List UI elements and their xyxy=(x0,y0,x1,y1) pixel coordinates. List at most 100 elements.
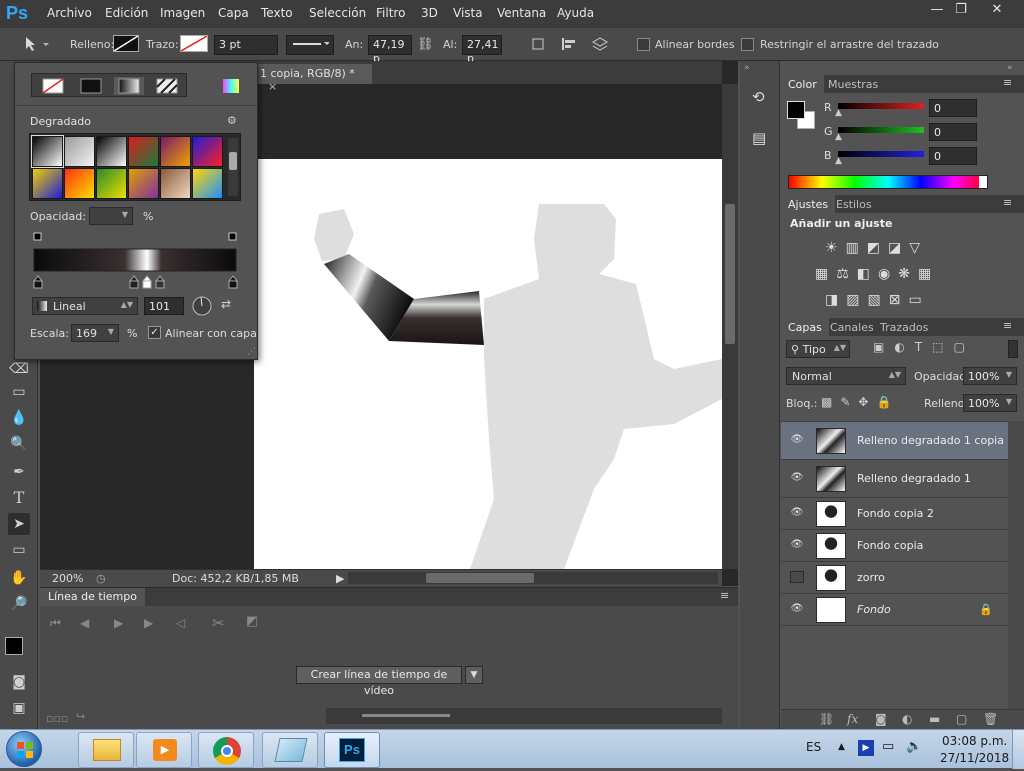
fill-swatch[interactable] xyxy=(113,35,139,52)
network-icon[interactable]: ▭ xyxy=(882,739,894,754)
status-menu-icon[interactable]: ◷ xyxy=(96,572,106,585)
color-panel-foreground[interactable] xyxy=(787,101,805,119)
menu-filtro[interactable]: Filtro xyxy=(376,6,405,20)
menu-seleccion[interactable]: Selección xyxy=(309,6,366,20)
layer-visibility-eye-icon[interactable] xyxy=(790,571,804,583)
lock-image-icon[interactable]: ✎ xyxy=(840,395,858,409)
gradient-swatch[interactable] xyxy=(64,168,95,199)
angle-input[interactable]: 101 xyxy=(144,297,184,315)
add-mask-icon[interactable]: ◙ xyxy=(875,712,887,726)
color-stop-5[interactable] xyxy=(227,275,239,289)
color-lookup-icon[interactable]: ▦ xyxy=(918,266,939,282)
layer-visibility-eye-icon[interactable]: 👁 xyxy=(790,434,804,446)
smart-object-filter-icon[interactable]: ▢ xyxy=(954,340,975,354)
show-desktop-button[interactable] xyxy=(1012,730,1024,769)
restore-button[interactable]: ❐ xyxy=(946,2,976,20)
lock-position-icon[interactable]: ✥ xyxy=(858,395,876,409)
menu-archivo[interactable]: Archivo xyxy=(47,6,92,20)
create-video-timeline-button[interactable]: Crear línea de tiempo de vídeo xyxy=(296,666,462,697)
gradient-map-icon[interactable]: ▭ xyxy=(908,292,929,308)
clock-date[interactable]: 27/11/2018 xyxy=(940,751,1009,765)
channel-slider-handle[interactable]: ▲ xyxy=(835,132,842,142)
layer-row[interactable]: 👁 Fondo 🔒 xyxy=(781,594,1008,626)
path-arrangement-icon[interactable] xyxy=(590,36,612,52)
color-stop-4[interactable] xyxy=(154,275,166,289)
close-button[interactable]: ✕ xyxy=(982,2,1012,20)
frame-animation-icon[interactable]: ▫▫▫ xyxy=(46,712,68,725)
channel-value-r[interactable]: 0 xyxy=(929,99,977,117)
photo-filter-icon[interactable]: ◉ xyxy=(878,266,898,282)
blend-mode-dropdown[interactable]: Normal ▲▼ xyxy=(786,367,906,385)
tab-paths[interactable]: Trazados xyxy=(880,321,928,334)
taskbar-explorer[interactable] xyxy=(78,732,134,768)
history-panel-icon[interactable]: ⟲ xyxy=(752,88,765,106)
gradient-swatch[interactable] xyxy=(128,168,159,199)
exposure-icon[interactable]: ◪ xyxy=(888,240,909,256)
pen-tool-icon[interactable]: ✒ xyxy=(8,461,30,483)
channel-value-b[interactable]: 0 xyxy=(929,147,977,165)
tab-styles[interactable]: Estilos xyxy=(836,198,872,211)
zoom-level[interactable]: 200% xyxy=(52,572,83,585)
color-spectrum-bar[interactable] xyxy=(788,175,988,189)
angle-dial-icon[interactable] xyxy=(191,295,213,317)
opacity-input[interactable]: ▼ xyxy=(89,207,133,225)
zoom-tool-icon[interactable]: 🔎 xyxy=(8,593,30,615)
layer-row[interactable]: 👁 Relleno degradado 1 copia xyxy=(781,422,1008,460)
type-tool-icon[interactable]: T xyxy=(8,487,30,509)
gradient-swatch[interactable] xyxy=(32,168,63,199)
layer-visibility-eye-icon[interactable]: 👁 xyxy=(790,507,804,519)
gradient-fill-icon[interactable] xyxy=(114,77,144,95)
adjustment-filter-icon[interactable]: ◐ xyxy=(894,340,914,354)
filter-toggle[interactable] xyxy=(1008,340,1018,358)
gradient-swatch[interactable] xyxy=(128,136,159,167)
timeline-tab[interactable]: Línea de tiempo xyxy=(40,588,145,606)
horizontal-scroll-thumb[interactable] xyxy=(426,573,534,583)
lock-all-icon[interactable]: 🔒 xyxy=(876,395,899,409)
pixel-filter-icon[interactable]: ▣ xyxy=(873,340,894,354)
gradient-tool-icon[interactable]: ▭ xyxy=(8,381,30,403)
language-indicator[interactable]: ES xyxy=(806,740,821,754)
constrain-path-checkbox[interactable] xyxy=(741,38,754,51)
taskbar-notepad[interactable] xyxy=(262,732,318,768)
gradient-swatch[interactable] xyxy=(160,136,191,167)
channel-slider-r[interactable] xyxy=(838,103,924,109)
foreground-color-swatch[interactable] xyxy=(5,637,23,655)
black-white-icon[interactable]: ◧ xyxy=(857,266,878,282)
menu-texto[interactable]: Texto xyxy=(261,6,293,20)
start-button[interactable] xyxy=(6,731,42,767)
gradient-swatch[interactable] xyxy=(96,168,127,199)
layer-filter-dropdown[interactable]: ⚲ Tipo ▲▼ xyxy=(786,340,850,358)
layers-menu-icon[interactable]: ≡ xyxy=(1003,319,1012,332)
gradient-swatch[interactable] xyxy=(192,168,223,199)
quick-mask-icon[interactable]: ◙ xyxy=(8,671,30,693)
color-stop-3[interactable] xyxy=(141,275,153,289)
stroke-swatch[interactable] xyxy=(180,35,208,52)
gradient-settings-gear-icon[interactable]: ⚙ xyxy=(227,114,237,127)
path-selection-tool-icon[interactable] xyxy=(22,36,52,52)
spectrum-white[interactable] xyxy=(979,176,987,188)
next-frame-icon[interactable]: ▶ xyxy=(144,616,153,630)
menu-vista[interactable]: Vista xyxy=(453,6,483,20)
layer-row[interactable]: 👁 Fondo copia xyxy=(781,530,1008,562)
gradient-style-dropdown[interactable]: Lineal ▲▼ xyxy=(32,297,138,315)
solid-color-icon[interactable] xyxy=(76,77,106,95)
panel-menu-icon[interactable]: ≡ xyxy=(720,589,729,602)
clock-time[interactable]: 03:08 p.m. xyxy=(942,734,1007,748)
gradient-swatch[interactable] xyxy=(160,168,191,199)
horizontal-scrollbar[interactable] xyxy=(348,572,718,584)
transition-icon[interactable]: ◩ xyxy=(246,614,258,629)
layer-style-icon[interactable]: fx xyxy=(847,712,858,726)
gradient-editor-bar[interactable] xyxy=(32,231,242,291)
canvas[interactable] xyxy=(254,159,722,569)
menu-3d[interactable]: 3D xyxy=(421,6,438,20)
rectangle-tool-icon[interactable]: ▭ xyxy=(8,539,30,561)
menu-capa[interactable]: Capa xyxy=(218,6,249,20)
path-operations-icon[interactable] xyxy=(530,36,548,52)
first-frame-icon[interactable]: ⏮ xyxy=(50,616,61,631)
posterize-icon[interactable]: ▨ xyxy=(846,292,867,308)
timeline-dropdown-icon[interactable]: ▼ xyxy=(465,666,483,684)
invert-icon[interactable]: ◨ xyxy=(825,292,846,308)
screen-mode-icon[interactable]: ▣ xyxy=(8,697,30,719)
delete-layer-icon[interactable]: 🗑 xyxy=(983,712,998,726)
show-hidden-icons[interactable]: ▲ xyxy=(838,742,845,752)
